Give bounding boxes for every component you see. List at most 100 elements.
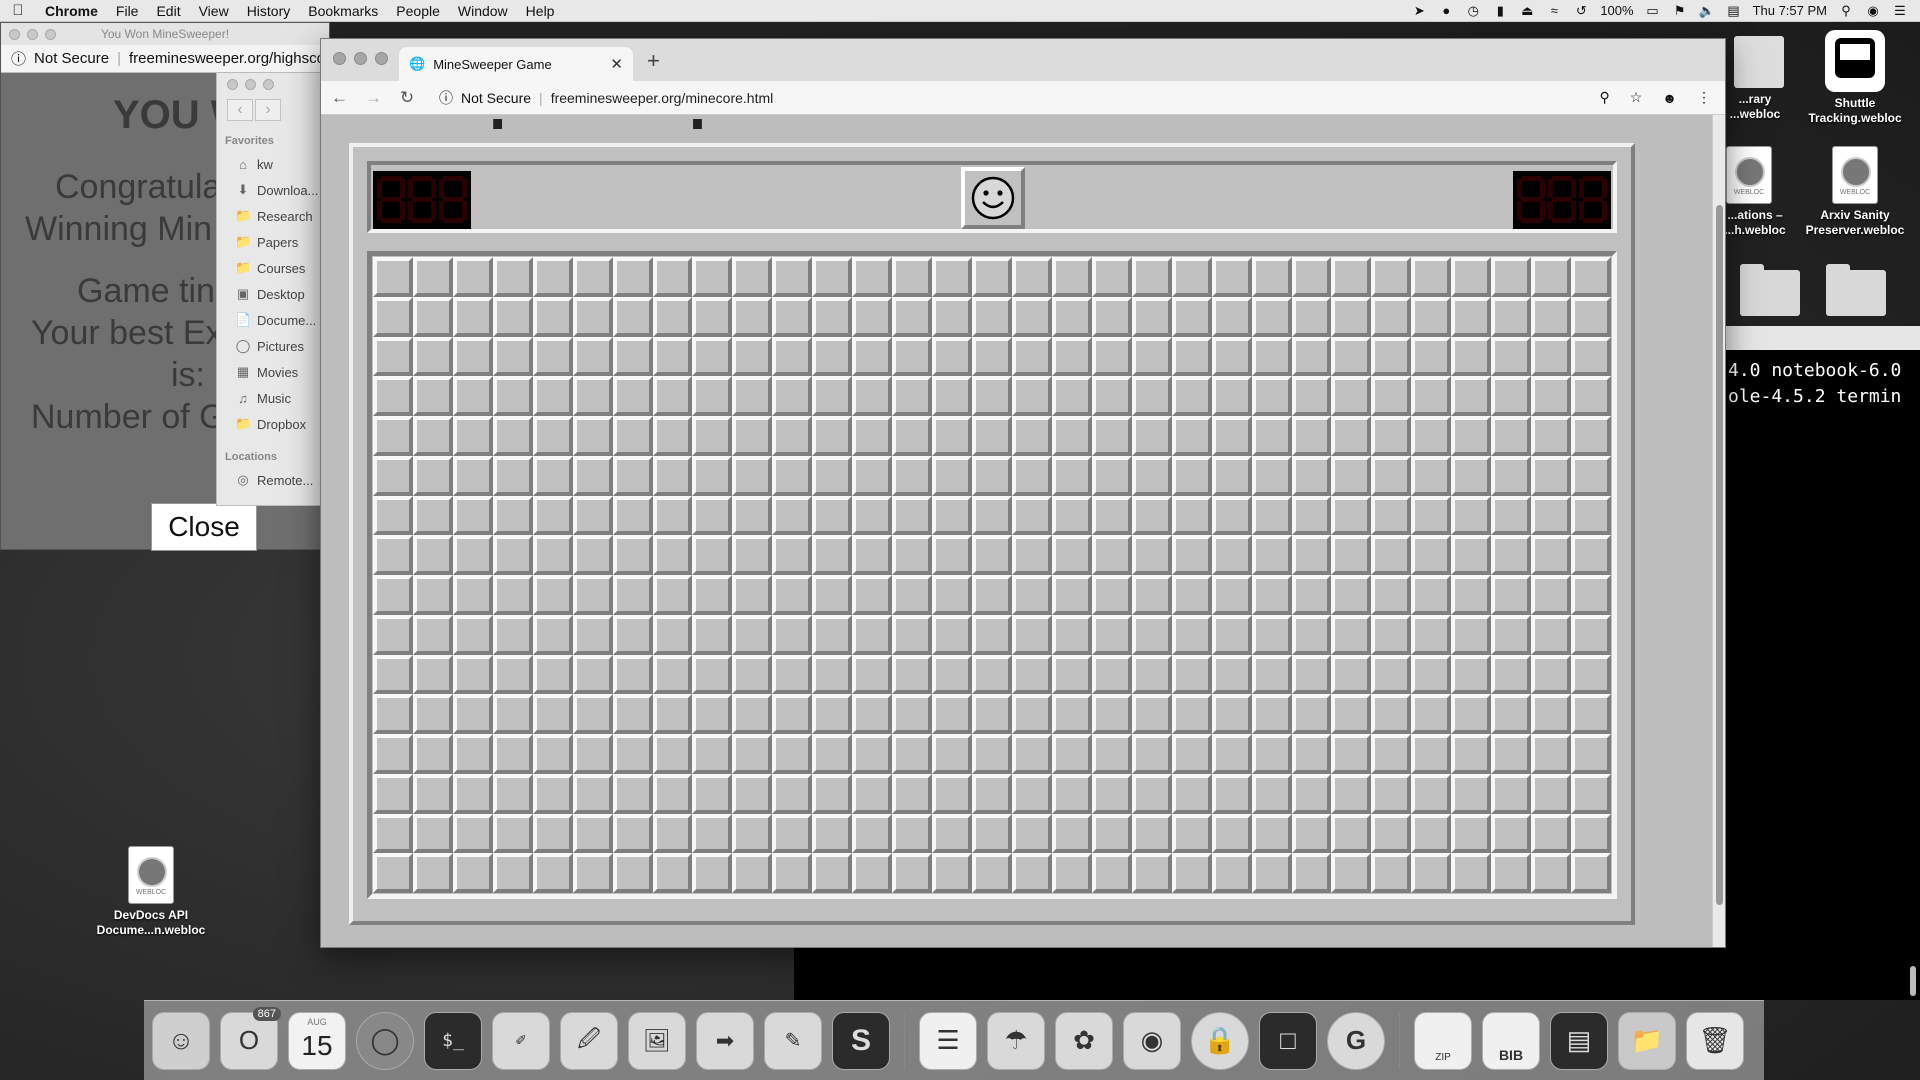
mine-cell[interactable] [1411,654,1452,695]
popup-address-bar[interactable]: ⓘ Not Secure | freeminesweeper.org/highs… [1,45,329,73]
mine-cell[interactable] [412,654,453,695]
dock-keynote[interactable]: ➡ [696,1011,754,1070]
mine-cell[interactable] [932,416,973,456]
mine-cell[interactable] [1251,257,1292,297]
mine-cell[interactable] [612,336,653,377]
mine-cell[interactable] [1411,416,1452,456]
mine-cell[interactable] [532,416,573,456]
menu-view[interactable]: View [190,3,238,19]
mine-cell[interactable] [1251,773,1292,814]
finder-close-dot[interactable] [227,79,238,90]
mine-cell[interactable] [452,376,493,416]
mine-cell[interactable] [852,495,893,536]
mine-cell[interactable] [852,813,893,854]
mine-cell[interactable] [892,416,933,456]
mine-cell[interactable] [1051,336,1092,377]
mine-cell[interactable] [812,773,853,814]
popup-minimize-dot[interactable] [27,29,38,40]
mine-cell[interactable] [612,376,653,416]
mine-cell[interactable] [772,654,813,695]
mine-cell[interactable] [1451,257,1492,297]
mine-cell[interactable] [772,376,813,416]
mine-cell[interactable] [1451,734,1492,774]
mine-cell[interactable] [612,535,653,575]
time-machine-icon[interactable]: ↺ [1573,3,1589,19]
sidebar-item-movies[interactable]: ▦ Movies [217,359,321,385]
mine-cell[interactable] [732,455,773,496]
mine-cell[interactable] [1531,853,1572,893]
mine-cell[interactable] [532,257,573,297]
mine-cell[interactable] [1091,535,1132,575]
mine-cell[interactable] [1371,694,1412,734]
sidebar-item-pictures[interactable]: ◯ Pictures [217,333,321,359]
mine-cell[interactable] [1291,416,1332,456]
mine-cell[interactable] [1291,813,1332,854]
mine-cell[interactable] [492,535,533,575]
mine-cell[interactable] [652,495,693,536]
mine-cell[interactable] [452,575,493,615]
mine-cell[interactable] [972,773,1012,814]
mine-cell[interactable] [1451,853,1492,893]
mine-cell[interactable] [972,376,1012,416]
mine-cell[interactable] [1531,535,1572,575]
mine-cell[interactable] [932,336,973,377]
mine-cell[interactable] [772,416,813,456]
mine-cell[interactable] [972,416,1012,456]
mine-cell[interactable] [1051,853,1092,893]
mine-cell[interactable] [612,495,653,536]
dock-preview[interactable]: 🖼 [628,1011,686,1070]
dock-trash[interactable]: 🗑 [1686,1011,1744,1070]
mine-cell[interactable] [1171,734,1212,774]
mine-cell[interactable] [772,734,813,774]
mine-cell[interactable] [892,654,933,695]
mine-cell[interactable] [972,853,1012,893]
mine-cell[interactable] [572,614,613,655]
mine-cell[interactable] [1251,853,1292,893]
wifi-icon[interactable]: ≈ [1546,3,1562,18]
mine-cell[interactable] [852,296,893,337]
mine-cell[interactable] [1411,257,1452,297]
mine-cell[interactable] [772,853,813,893]
menu-window[interactable]: Window [449,3,517,19]
mine-cell[interactable] [1371,654,1412,695]
mine-cell[interactable] [1011,257,1052,297]
mine-cell[interactable] [652,575,693,615]
dock-zip-file[interactable]: ZIP [1414,1011,1472,1070]
mine-cell[interactable] [1211,575,1252,615]
mine-cell[interactable] [492,773,533,814]
mine-cell[interactable] [1411,694,1452,734]
mine-cell[interactable] [692,773,733,814]
mine-cell[interactable] [452,495,493,536]
mine-cell[interactable] [892,455,933,496]
mine-cell[interactable] [1571,773,1611,814]
mine-cell[interactable] [1171,257,1212,297]
mine-cell[interactable] [1291,535,1332,575]
sidebar-item-downloads[interactable]: ⬇ Downloa... [217,177,321,203]
mine-cell[interactable] [1251,376,1292,416]
smiley-reset-button[interactable] [961,167,1025,229]
battery-icon[interactable]: ▭ [1645,3,1661,19]
mine-cell[interactable] [1291,734,1332,774]
mine-cell[interactable] [1091,336,1132,377]
mine-cell[interactable] [1131,455,1172,496]
mine-cell[interactable] [373,694,413,734]
mine-cell[interactable] [1451,654,1492,695]
mine-cell[interactable] [932,376,973,416]
mine-cell[interactable] [772,336,813,377]
mine-cell[interactable] [1371,336,1412,377]
mine-cell[interactable] [1091,416,1132,456]
dock-image-stack[interactable]: ▤ [1550,1011,1608,1070]
mine-cell[interactable] [572,336,613,377]
mine-cell[interactable] [1331,257,1372,297]
mine-cell[interactable] [412,416,453,456]
mine-cell[interactable] [1291,654,1332,695]
mine-cell[interactable] [373,813,413,854]
mine-cell[interactable] [692,455,733,496]
mine-cell[interactable] [1291,614,1332,655]
mine-cell[interactable] [572,694,613,734]
zoom-icon[interactable]: ⚲ [1599,89,1609,106]
more-menu-icon[interactable]: ⋮ [1697,89,1711,106]
mine-cell[interactable] [1491,813,1532,854]
mine-cell[interactable] [1331,654,1372,695]
mine-cell[interactable] [1371,416,1412,456]
